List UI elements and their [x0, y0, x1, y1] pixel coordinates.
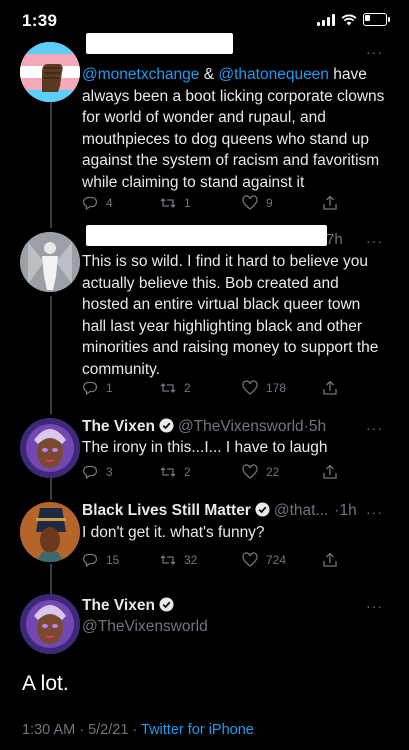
share-button[interactable]	[322, 195, 338, 211]
timestamp: 1:30 AM · 5/2/21 ·	[22, 722, 142, 738]
verified-badge-icon	[255, 502, 270, 517]
verified-badge-icon	[159, 418, 174, 433]
retweet-icon	[160, 555, 176, 565]
tweet-actions: 1 2 178	[82, 380, 382, 400]
avatar[interactable]	[20, 594, 80, 654]
tweet-time: 1h	[339, 502, 357, 519]
verified-badge-icon	[159, 597, 174, 612]
display-name[interactable]: Black Lives Still Matter	[82, 502, 251, 519]
user-handle[interactable]: @TheVixensworld	[82, 618, 208, 636]
reply-icon	[83, 381, 98, 396]
more-options-icon[interactable]: ···	[366, 233, 383, 249]
reply-icon	[83, 553, 98, 568]
like-button[interactable]: 9	[242, 195, 273, 211]
retweet-button[interactable]: 2	[160, 380, 191, 396]
reply-icon	[83, 465, 98, 480]
signal-icon	[317, 13, 335, 26]
tweet-metadata: 1:30 AM · 5/2/21 · Twitter for iPhone	[22, 722, 254, 738]
heart-icon	[242, 195, 258, 210]
avatar[interactable]	[20, 232, 80, 292]
tweet-text: I don't get it. what's funny?	[82, 524, 265, 541]
thread-line	[50, 102, 52, 228]
tweet-time: 7h	[326, 231, 343, 248]
user-handle[interactable]: @TheVixensworld	[178, 418, 304, 435]
heart-icon	[242, 464, 258, 479]
heart-icon	[242, 380, 258, 395]
more-options-icon[interactable]: ···	[366, 420, 383, 436]
redacted-name	[86, 225, 327, 246]
retweet-icon	[160, 467, 176, 477]
figure-avatar-image	[20, 232, 80, 292]
retweet-button[interactable]: 32	[160, 552, 197, 568]
wifi-icon	[341, 14, 357, 25]
like-button[interactable]: 724	[242, 552, 286, 568]
main-tweet-name-row: The Vixen	[82, 597, 178, 615]
display-name[interactable]: The Vixen	[82, 597, 155, 614]
more-options-icon[interactable]: ···	[366, 44, 383, 60]
share-button[interactable]	[322, 380, 338, 396]
user-handle[interactable]: @that...	[274, 502, 329, 519]
mention-link[interactable]: @thatonequeen	[218, 66, 329, 83]
reply-icon	[83, 196, 98, 211]
vixen-avatar-image	[20, 418, 80, 478]
share-button[interactable]	[322, 464, 338, 480]
reply-button[interactable]: 4	[82, 195, 113, 211]
source-link[interactable]: Twitter for iPhone	[141, 722, 254, 738]
tweet-actions: 3 2 22	[82, 464, 382, 484]
tweet-actions: 4 1 9	[82, 195, 382, 215]
thread-line	[50, 296, 52, 414]
avatar[interactable]	[20, 42, 80, 102]
tweet-text: The irony in this...I... I have to laugh	[82, 439, 328, 456]
thread-line	[50, 564, 52, 594]
reply-button[interactable]: 15	[82, 552, 119, 568]
tweet-header: Black Lives Still Matter @that... ·1h	[82, 502, 357, 519]
retweet-button[interactable]: 2	[160, 464, 191, 480]
nefertiti-avatar-image	[20, 502, 80, 562]
retweet-button[interactable]: 1	[160, 195, 191, 211]
tweet-header: The Vixen @TheVixensworld·5h	[82, 418, 327, 435]
display-name[interactable]: The Vixen	[82, 418, 155, 435]
tweet-text: @monetxchange & @thatonequeen have alway…	[82, 66, 385, 191]
like-button[interactable]: 178	[242, 380, 286, 396]
share-icon	[323, 552, 337, 567]
like-button[interactable]: 22	[242, 464, 279, 480]
reply-button[interactable]: 1	[82, 380, 113, 396]
reply-button[interactable]: 3	[82, 464, 113, 480]
more-options-icon[interactable]: ···	[366, 598, 383, 614]
mention-link[interactable]: @monetxchange	[82, 66, 199, 83]
share-icon	[323, 464, 337, 479]
share-button[interactable]	[322, 552, 338, 568]
redacted-name	[86, 33, 233, 54]
avatar[interactable]	[20, 502, 80, 562]
tweet-time: 5h	[308, 418, 327, 435]
more-options-icon[interactable]: ···	[366, 504, 383, 520]
share-icon	[323, 195, 337, 210]
vixen-avatar-image	[20, 594, 80, 654]
share-icon	[323, 380, 337, 395]
pride-fist-avatar-image	[20, 42, 80, 102]
battery-icon	[363, 13, 390, 26]
tweet-text: This is so wild. I find it hard to belie…	[82, 253, 379, 378]
retweet-icon	[160, 198, 176, 208]
thread-line	[50, 478, 52, 500]
status-time: 1:39	[22, 11, 58, 30]
tweet-actions: 15 32 724	[82, 552, 382, 572]
status-icons	[317, 13, 390, 26]
avatar[interactable]	[20, 418, 80, 478]
main-tweet-text: A lot.	[22, 672, 69, 695]
retweet-icon	[160, 383, 176, 393]
heart-icon	[242, 552, 258, 567]
